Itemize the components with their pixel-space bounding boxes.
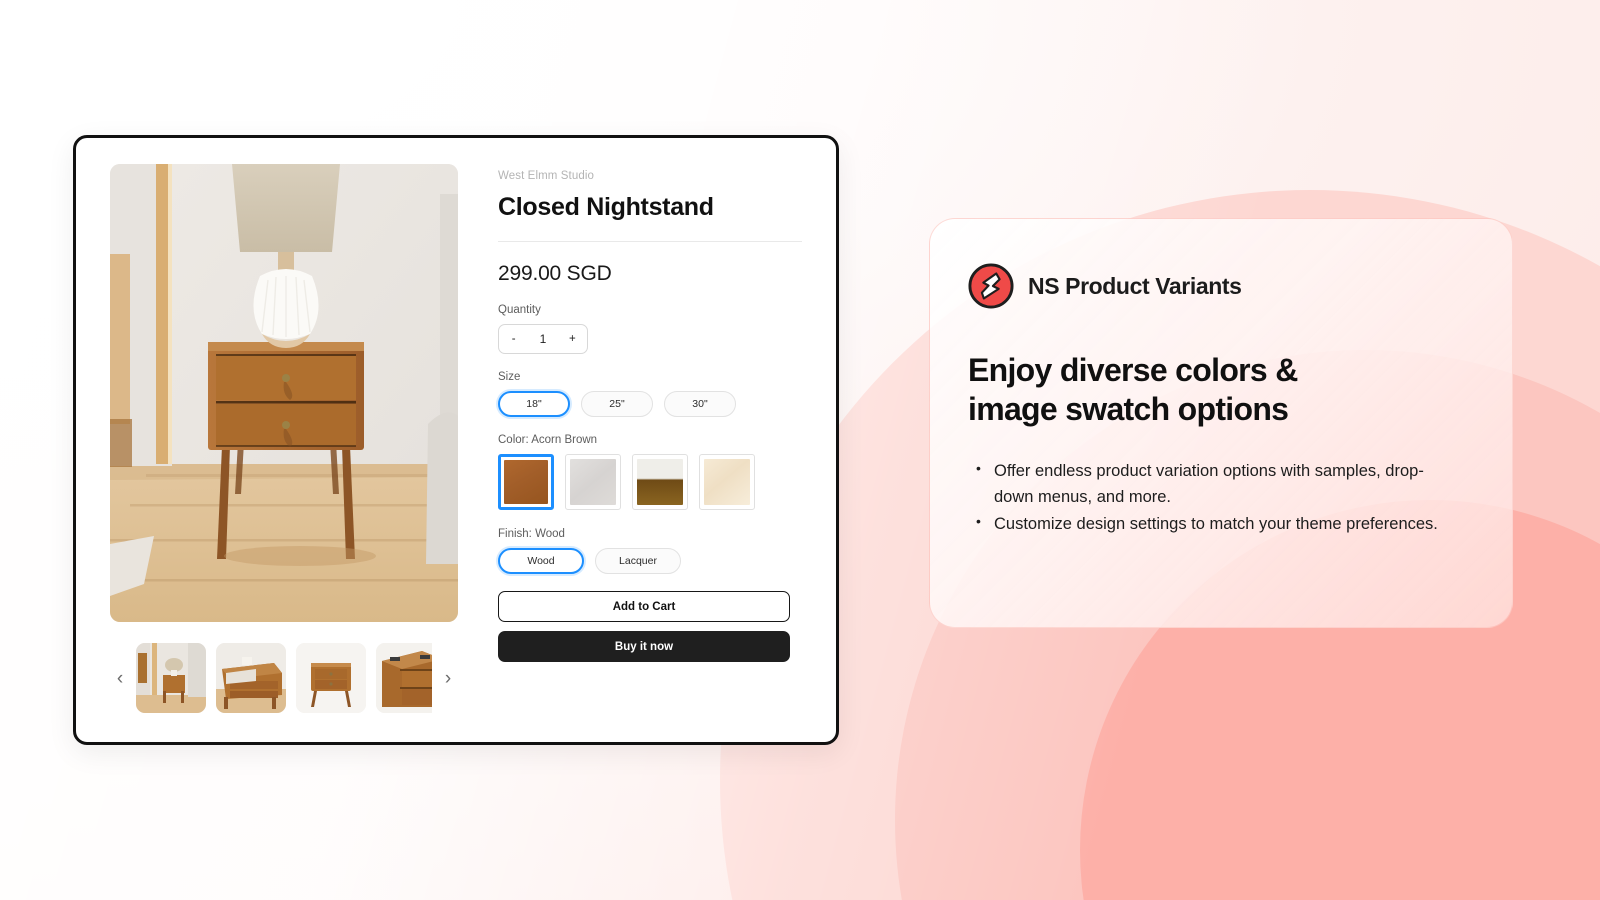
product-vendor: West Elmm Studio: [498, 170, 594, 182]
gallery-prev-arrow-icon[interactable]: ‹: [110, 658, 130, 698]
size-label: Size: [498, 371, 521, 383]
color-swatch-cream[interactable]: [699, 454, 755, 510]
thumbnail-4-illustration: [376, 643, 432, 713]
finish-option-wood[interactable]: Wood: [498, 548, 584, 574]
product-price: 299.00 SGD: [498, 262, 612, 285]
promo-heading-line-2: image swatch options: [968, 391, 1289, 428]
thumbnail-item-3[interactable]: [296, 643, 366, 713]
product-detail-card: ‹ › West Elmm Studio Closed Nightstand 2…: [73, 135, 839, 745]
size-option-18[interactable]: 18": [498, 391, 570, 417]
brand-header: NS Product Variants: [968, 263, 1460, 309]
color-swatch-acorn-brown[interactable]: [498, 454, 554, 510]
size-option-group: 18" 25" 30": [498, 391, 802, 417]
quantity-stepper[interactable]: - 1 +: [498, 324, 588, 354]
product-hero-image[interactable]: [110, 164, 458, 622]
thumbnail-list: [136, 643, 432, 713]
thumbnail-item-1[interactable]: [136, 643, 206, 713]
thumbnail-item-2[interactable]: [216, 643, 286, 713]
product-info-panel: West Elmm Studio Closed Nightstand 299.0…: [458, 164, 812, 722]
ns-bolt-logo-icon: [968, 263, 1014, 309]
swatch-image-cream: [704, 459, 750, 505]
swatch-image-light-grey: [570, 459, 616, 505]
product-title: Closed Nightstand: [498, 193, 714, 221]
thumbnail-item-4[interactable]: [376, 643, 432, 713]
color-swatch-light-grey[interactable]: [565, 454, 621, 510]
thumbnail-carousel: ‹ ›: [110, 638, 458, 718]
quantity-increment-button[interactable]: +: [558, 333, 587, 345]
gallery-next-arrow-icon[interactable]: ›: [438, 658, 458, 698]
promo-bullet-2: Customize design settings to match your …: [968, 511, 1460, 538]
finish-label: Finish: Wood: [498, 528, 565, 540]
promo-heading-line-1: Enjoy diverse colors &: [968, 352, 1298, 388]
brand-name: NS Product Variants: [1028, 272, 1242, 299]
quantity-value[interactable]: 1: [528, 332, 557, 346]
thumbnail-3-illustration: [296, 643, 366, 713]
quantity-decrement-button[interactable]: -: [499, 333, 528, 345]
finish-option-group: Wood Lacquer: [498, 548, 802, 574]
size-option-30[interactable]: 30": [664, 391, 736, 417]
promo-bullet-1: Offer endless product variation options …: [968, 458, 1460, 510]
buy-it-now-button[interactable]: Buy it now: [498, 631, 790, 662]
color-swatch-olive-split[interactable]: [632, 454, 688, 510]
color-swatch-group: [498, 454, 802, 510]
product-gallery: ‹ ›: [110, 164, 458, 722]
thumbnail-2-illustration: [216, 643, 286, 713]
thumbnail-1-illustration: [136, 643, 206, 713]
quantity-label: Quantity: [498, 304, 541, 316]
swatch-image-acorn-brown: [504, 460, 548, 504]
promo-heading: Enjoy diverse colors & image swatch opti…: [968, 351, 1460, 429]
swatch-image-olive-split: [637, 459, 683, 505]
hero-image-illustration: [110, 164, 458, 622]
size-option-25[interactable]: 25": [581, 391, 653, 417]
finish-option-lacquer[interactable]: Lacquer: [595, 548, 681, 574]
promo-bullet-list: Offer endless product variation options …: [968, 458, 1460, 538]
color-label: Color: Acorn Brown: [498, 434, 598, 446]
promo-panel: NS Product Variants Enjoy diverse colors…: [929, 218, 1513, 628]
title-divider: [498, 241, 802, 242]
add-to-cart-button[interactable]: Add to Cart: [498, 591, 790, 622]
